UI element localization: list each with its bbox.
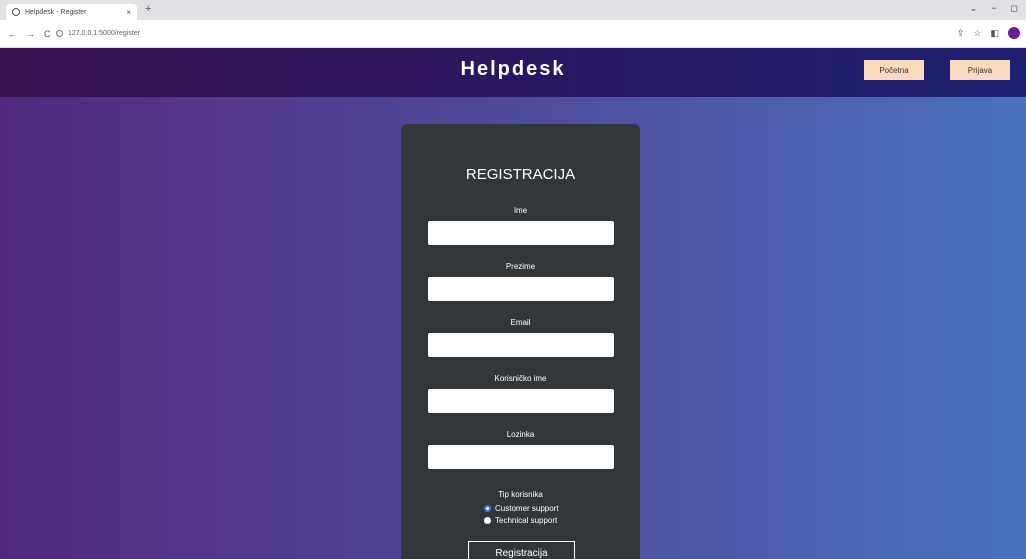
browser-tab[interactable]: Helpdesk - Register × [6,4,137,20]
browser-tabbar: Helpdesk - Register × + ⌄ − ◻ [0,0,1026,20]
window-controls: ⌄ − ◻ [970,3,1018,14]
username-input[interactable] [428,389,614,413]
email-label: Email [510,318,531,327]
reload-icon[interactable]: C [44,29,51,39]
url-text: 127.0.0.1:5000/register [68,30,140,37]
site-info-icon[interactable] [56,30,63,37]
password-input[interactable] [428,445,614,469]
tab-close-icon[interactable]: × [126,8,131,17]
globe-icon [12,8,20,16]
last-name-input[interactable] [428,277,614,301]
radio-label: Customer support [495,504,559,513]
main-area: REGISTRACIJA Ime Prezime Email Korisničk… [0,97,1026,559]
app-header: Helpdesk Početna Prijava [0,48,1026,97]
star-icon[interactable]: ☆ [973,28,981,39]
radio-customer-support[interactable]: Customer support [484,504,559,513]
last-name-label: Prezime [505,262,536,271]
address-bar: ← → C 127.0.0.1:5000/register ⇪ ☆ ◧ [0,20,1026,48]
register-button[interactable]: Registracija [468,541,575,559]
url-field[interactable]: 127.0.0.1:5000/register [56,30,140,37]
username-label: Korisničko ime [494,374,547,383]
minimize-icon[interactable]: − [991,3,996,14]
forward-icon[interactable]: → [26,29,35,39]
password-label: Lozinka [506,430,535,439]
radio-label: Technical support [495,516,558,525]
first-name-input[interactable] [428,221,614,245]
maximize-icon[interactable]: ◻ [1011,3,1018,14]
browser-tools: ⇪ ☆ ◧ [957,27,1020,39]
radio-technical-support[interactable]: Technical support [484,516,557,525]
tab-title: Helpdesk - Register [25,8,87,16]
tab-search-icon[interactable]: ⌄ [970,3,978,14]
share-icon[interactable]: ⇪ [957,28,965,39]
first-name-label: Ime [513,206,528,215]
register-card: REGISTRACIJA Ime Prezime Email Korisničk… [401,124,640,559]
form-title: REGISTRACIJA [465,166,576,183]
nav-controls: ← → C [8,29,51,39]
home-button[interactable]: Početna [864,60,924,80]
profile-avatar-icon[interactable] [1008,27,1020,39]
email-input[interactable] [428,333,614,357]
radio-unchecked-icon[interactable] [484,517,491,524]
radio-checked-icon[interactable] [484,505,491,512]
login-button[interactable]: Prijava [950,60,1010,80]
sidepanel-icon[interactable]: ◧ [990,28,999,39]
back-icon[interactable]: ← [8,29,17,39]
new-tab-icon[interactable]: + [145,3,151,15]
user-type-label: Tip korisnika [498,490,543,499]
